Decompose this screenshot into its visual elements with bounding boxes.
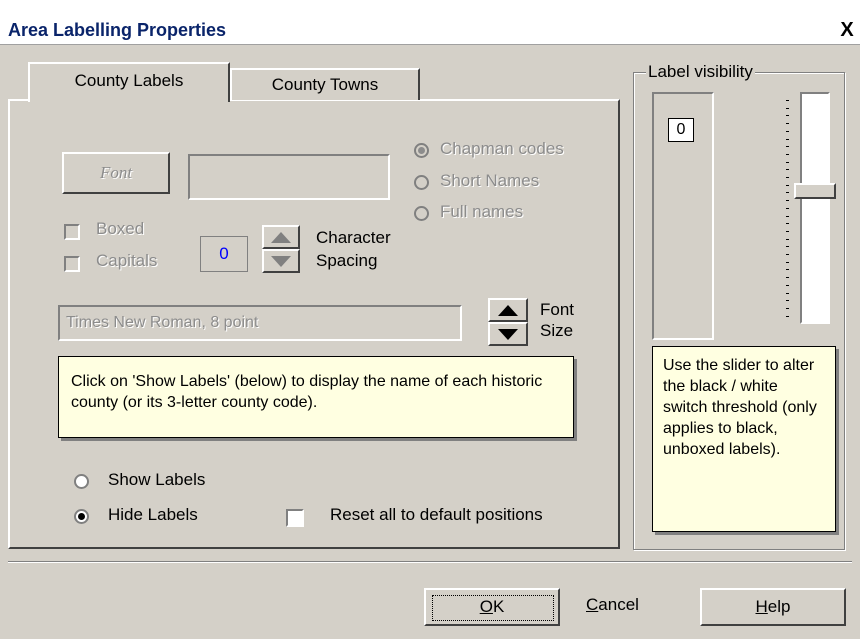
slider-tick bbox=[786, 238, 789, 240]
slider-tick bbox=[786, 146, 789, 148]
tab-county-labels[interactable]: County Labels bbox=[28, 62, 230, 102]
label-visibility-title: Label visibility bbox=[646, 62, 755, 82]
arrow-down-icon bbox=[498, 329, 518, 340]
cancel-button[interactable]: Cancel bbox=[580, 588, 690, 626]
font-button-label: Font bbox=[99, 163, 133, 182]
slider-tick bbox=[786, 269, 789, 271]
character-spacing-label-2: Spacing bbox=[316, 251, 378, 270]
radio-dot bbox=[78, 513, 85, 520]
reset-positions-label[interactable]: Reset all to default positions bbox=[330, 505, 543, 525]
font-button[interactable]: Font bbox=[62, 152, 170, 194]
boxed-checkbox[interactable] bbox=[64, 224, 80, 240]
slider-tick bbox=[786, 223, 789, 225]
slider-tick bbox=[786, 123, 789, 125]
slider-tick bbox=[786, 184, 789, 186]
slider-tick bbox=[786, 107, 789, 109]
arrow-up-icon bbox=[498, 305, 518, 316]
chapman-codes-radio[interactable] bbox=[414, 143, 429, 158]
cancel-mnemonic: C bbox=[586, 595, 599, 614]
show-labels-label[interactable]: Show Labels bbox=[108, 470, 205, 490]
font-size-down-button[interactable] bbox=[488, 322, 528, 346]
tab-county-towns[interactable]: County Towns bbox=[230, 68, 420, 100]
slider-tick bbox=[786, 161, 789, 163]
slider-tick bbox=[786, 300, 789, 302]
slider-tick bbox=[786, 200, 789, 202]
tab-county-labels-label: County Labels bbox=[74, 71, 184, 90]
focus-rect bbox=[432, 595, 554, 621]
font-size-label-2: Size bbox=[540, 321, 574, 340]
character-spacing-up-button[interactable] bbox=[262, 225, 300, 249]
reset-positions-checkbox[interactable] bbox=[286, 509, 304, 527]
full-names-label: Full names bbox=[440, 202, 524, 221]
slider-tick bbox=[786, 177, 789, 178]
slider-tick bbox=[786, 277, 789, 279]
window-title: Area Labelling Properties bbox=[8, 20, 227, 40]
capitals-label: Capitals bbox=[96, 251, 158, 270]
slider-tick bbox=[786, 230, 789, 232]
slider-tick bbox=[786, 192, 789, 194]
info-note: Click on 'Show Labels' (below) to displa… bbox=[58, 356, 574, 438]
radio-dot bbox=[418, 147, 425, 154]
slider-tick bbox=[786, 115, 789, 117]
visibility-value: 0 bbox=[668, 118, 694, 142]
slider-tick bbox=[786, 246, 789, 248]
font-size-label-1: Font bbox=[540, 300, 575, 319]
slider-ticks bbox=[786, 100, 794, 322]
full-names-radio[interactable] bbox=[414, 206, 429, 221]
help-rest: elp bbox=[767, 597, 791, 616]
separator bbox=[8, 561, 852, 563]
visibility-slider-thumb[interactable] bbox=[794, 183, 836, 200]
character-spacing-label-1: Character bbox=[316, 228, 391, 247]
slider-tick bbox=[786, 100, 789, 101]
slider-tick bbox=[786, 130, 789, 132]
capitals-checkbox[interactable] bbox=[64, 256, 80, 272]
character-spacing-value[interactable]: 0 bbox=[200, 236, 248, 272]
slider-tick bbox=[786, 307, 789, 309]
help-mnemonic: H bbox=[755, 597, 768, 616]
hide-labels-label[interactable]: Hide Labels bbox=[108, 505, 198, 525]
tab-county-towns-label: County Towns bbox=[271, 75, 379, 94]
slider-tick bbox=[786, 207, 789, 209]
font-preview-box bbox=[188, 154, 390, 200]
arrow-down-icon bbox=[271, 256, 291, 267]
slider-tick bbox=[786, 254, 789, 255]
show-labels-radio[interactable] bbox=[74, 474, 89, 489]
ok-button[interactable]: OK bbox=[424, 588, 560, 626]
arrow-up-icon bbox=[271, 232, 291, 243]
slider-note: Use the slider to alter the black / whit… bbox=[652, 346, 836, 532]
visibility-preview: 0 bbox=[652, 92, 714, 340]
close-button[interactable]: X bbox=[836, 18, 858, 42]
font-name-field[interactable]: Times New Roman, 8 point bbox=[58, 305, 462, 341]
slider-tick bbox=[786, 284, 789, 286]
slider-tick bbox=[786, 169, 789, 171]
visibility-slider-track[interactable] bbox=[800, 92, 830, 324]
boxed-label: Boxed bbox=[96, 219, 145, 238]
slider-tick bbox=[786, 315, 789, 317]
slider-tick bbox=[786, 153, 789, 155]
slider-tick bbox=[786, 215, 789, 217]
slider-tick bbox=[786, 292, 789, 294]
short-names-radio[interactable] bbox=[414, 175, 429, 190]
hide-labels-radio[interactable] bbox=[74, 509, 89, 524]
cancel-rest: ancel bbox=[598, 595, 639, 614]
slider-tick bbox=[786, 138, 789, 140]
font-size-up-button[interactable] bbox=[488, 298, 528, 322]
slider-tick bbox=[786, 261, 789, 263]
help-button[interactable]: Help bbox=[700, 588, 846, 626]
chapman-codes-label: Chapman codes bbox=[440, 139, 564, 158]
short-names-label: Short Names bbox=[440, 171, 540, 190]
character-spacing-down-button[interactable] bbox=[262, 249, 300, 273]
